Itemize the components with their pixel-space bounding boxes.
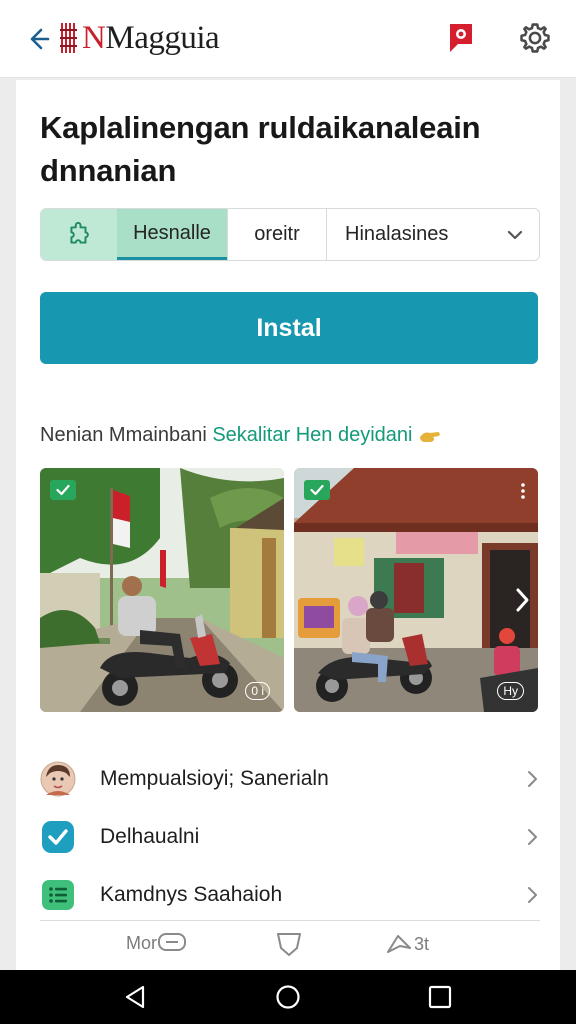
shield-icon [277, 933, 301, 956]
list-item[interactable]: Delhaualni [40, 808, 540, 866]
bottom-nav: Mor 3t [16, 926, 560, 966]
nav-home-icon[interactable] [275, 984, 301, 1010]
system-nav-bar [0, 970, 576, 1024]
photo-badge-text: 0 i [251, 684, 264, 698]
check-icon[interactable] [50, 480, 76, 500]
check-icon[interactable] [304, 480, 330, 500]
settings-list: Mempualsioyi; Sanerialn Delhaualni Kamdn… [40, 750, 540, 924]
divider [40, 920, 540, 921]
bottom-nav-label: 3t [414, 933, 430, 954]
gear-icon[interactable] [518, 20, 552, 56]
chevron-right-icon [528, 771, 537, 787]
nav-recents-icon[interactable] [427, 984, 453, 1010]
hand-emoji-icon [420, 431, 441, 442]
photo-badge: 0 i [245, 682, 270, 700]
chat-bubble-icon [158, 933, 186, 951]
back-arrow-icon[interactable] [26, 22, 56, 56]
list-item-label: Kamdnys Saahaioh [100, 883, 283, 906]
page-title: Kaplalinengan ruldaikanaleain dnnanian [40, 110, 481, 188]
flag-icon[interactable] [444, 20, 478, 56]
segment-bar: Hesnalle oreitr Hinalasines [40, 208, 540, 261]
avatar-icon [40, 761, 76, 797]
chevron-right-icon[interactable] [512, 586, 532, 614]
bottom-nav-item-share[interactable]: 3t [384, 930, 429, 958]
more-vertical-icon[interactable] [520, 482, 526, 500]
chevron-right-icon [528, 887, 537, 903]
tab-segment-a[interactable]: Hesnalle [117, 209, 227, 260]
photo-card[interactable]: Hy [294, 468, 538, 712]
photo-badge: Hy [497, 682, 524, 700]
list-item[interactable]: Kamdnys Saahaioh [40, 866, 540, 924]
app-bar: NMagguia [0, 0, 576, 78]
nav-back-icon[interactable] [123, 984, 149, 1010]
photo-card[interactable]: 0 i [40, 468, 284, 712]
list-item[interactable]: Mempualsioyi; Sanerialn [40, 750, 540, 808]
install-button[interactable]: Instal [40, 292, 538, 364]
section-heading-text: Nenian Mmainbani [40, 424, 213, 446]
main-card: Kaplalinengan ruldaikanaleain dnnanian H… [16, 80, 560, 970]
section-heading-highlight: Sekalitar Hen deyidani [212, 424, 413, 446]
chevron-down-icon [507, 230, 523, 240]
list-item-label: Mempualsioyi; Sanerialn [100, 767, 329, 790]
photo-badge-text: Hy [503, 684, 518, 698]
brand-logo[interactable]: NMagguia [60, 18, 220, 58]
brand-name: NMagguia [82, 19, 220, 56]
bottom-nav-item-more[interactable]: Mor [126, 930, 187, 956]
bottom-nav-label: Mor [126, 932, 157, 953]
bottom-nav-item-shield[interactable] [274, 930, 304, 958]
share-icon [387, 935, 411, 953]
check-badge-icon [40, 819, 76, 855]
list-icon [40, 877, 76, 913]
dropdown-value: Hinalasines [345, 223, 449, 245]
puzzle-icon [70, 221, 89, 244]
brand-mark-icon [60, 23, 77, 53]
section-heading: Nenian Mmainbani Sekalitar Hen deyidani [40, 424, 442, 447]
tab-segment-b[interactable]: oreitr [227, 209, 327, 260]
segment-dropdown[interactable]: Hinalasines [327, 209, 539, 260]
list-item-label: Delhaualni [100, 825, 200, 848]
chevron-right-icon [528, 829, 537, 845]
house-scooter-photo [294, 468, 538, 712]
street-scooter-photo [40, 468, 284, 712]
segment-puzzle[interactable] [41, 209, 117, 260]
